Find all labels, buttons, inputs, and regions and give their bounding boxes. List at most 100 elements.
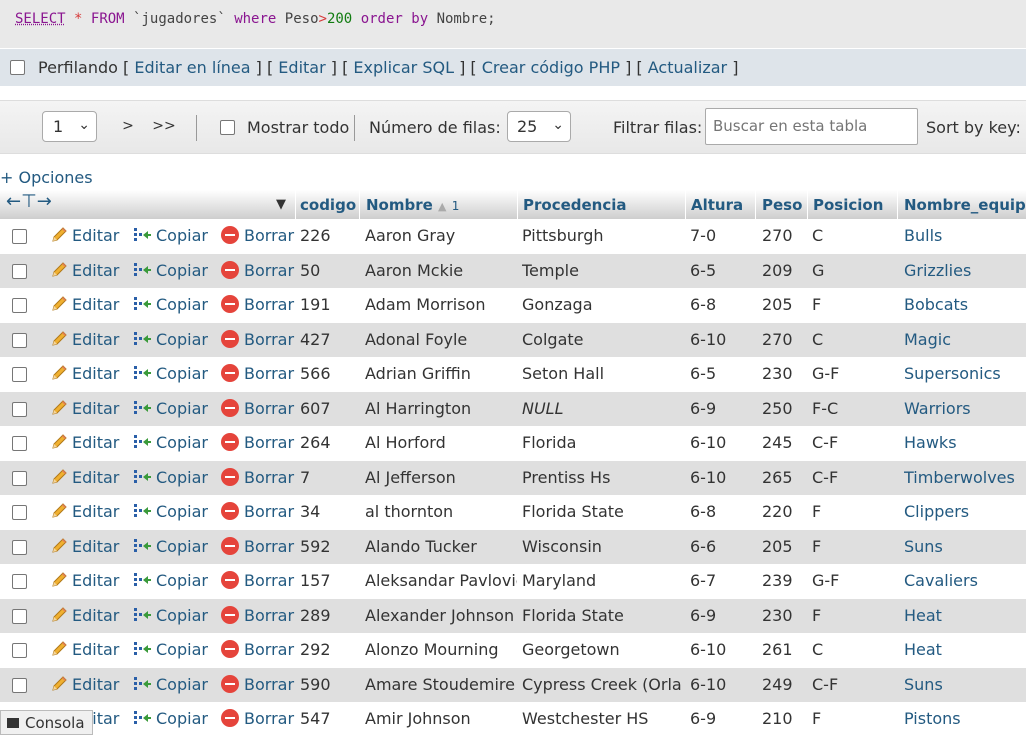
edit-row-button[interactable]: Editar (50, 330, 119, 349)
column-header-altura[interactable]: Altura (691, 196, 743, 214)
explain-sql-link[interactable]: Explicar SQL (353, 58, 454, 77)
edit-row-button[interactable]: Editar (50, 364, 119, 383)
row-checkbox[interactable] (12, 367, 27, 382)
row-checkbox[interactable] (12, 332, 27, 348)
row-checkbox[interactable] (12, 263, 27, 279)
copy-row-button[interactable]: Copiar (132, 640, 208, 659)
edit-row-button[interactable]: Editar (50, 571, 119, 590)
delete-row-button[interactable]: Borrar (221, 640, 294, 659)
copy-row-button[interactable]: Copiar (132, 468, 208, 487)
delete-row-button[interactable]: Borrar (221, 398, 294, 418)
next-page-button[interactable]: > (110, 111, 146, 142)
edit-row-button[interactable]: Editar (50, 675, 119, 694)
cell-nombre-equipo[interactable]: Suns (904, 675, 943, 694)
delete-row-button[interactable]: Borrar (221, 226, 294, 245)
cell-nombre-equipo[interactable]: Heat (904, 606, 942, 625)
cell-nombre-equipo[interactable]: Supersonics (904, 364, 1001, 383)
rows-count-select[interactable]: 25 ⌄ (507, 111, 571, 142)
options-link[interactable]: + Opciones (0, 168, 93, 187)
column-header-procedencia[interactable]: Procedencia (523, 196, 627, 214)
delete-row-button[interactable]: Borrar (221, 433, 294, 452)
delete-row-button[interactable]: Borrar (221, 571, 294, 590)
column-header-posicion[interactable]: Posicion (813, 196, 883, 214)
edit-row-button[interactable]: Editar (50, 606, 119, 625)
row-checkbox[interactable] (12, 229, 27, 244)
edit-row-button[interactable]: Editar (50, 399, 119, 418)
delete-row-button[interactable]: Borrar (221, 467, 294, 487)
copy-label: Copiar (156, 433, 208, 452)
refresh-link[interactable]: Actualizar (648, 58, 727, 77)
row-checkbox[interactable] (12, 470, 27, 486)
column-arrows-icon[interactable]: ←⊤→ (6, 191, 52, 212)
filter-rows-input[interactable]: Buscar en esta tabla (705, 108, 918, 145)
copy-row-button[interactable]: Copiar (132, 261, 208, 280)
row-checkbox[interactable] (12, 539, 27, 555)
delete-row-button[interactable]: Borrar (221, 295, 294, 314)
copy-row-button[interactable]: Copiar (132, 502, 208, 521)
row-checkbox[interactable] (12, 677, 27, 693)
row-checkbox[interactable] (12, 436, 27, 451)
cell-nombre-equipo[interactable]: Magic (904, 330, 951, 349)
create-php-code-link[interactable]: Crear código PHP (482, 58, 620, 77)
last-page-button[interactable]: >> (146, 111, 182, 142)
column-header-nombre-equipo[interactable]: Nombre_equipo (904, 196, 1026, 214)
cell-nombre-equipo[interactable]: Cavaliers (904, 571, 978, 590)
delete-row-button[interactable]: Borrar (221, 260, 294, 280)
copy-row-button[interactable]: Copiar (132, 709, 208, 728)
delete-row-button[interactable]: Borrar (221, 709, 294, 728)
copy-row-button[interactable]: Copiar (132, 330, 208, 349)
delete-row-button[interactable]: Borrar (221, 329, 294, 349)
column-header-peso[interactable]: Peso (762, 196, 802, 214)
cell-nombre-equipo[interactable]: Grizzlies (904, 261, 971, 280)
cell-nombre: Amare Stoudemire (365, 674, 515, 694)
row-checkbox[interactable] (12, 608, 27, 624)
copy-row-button[interactable]: Copiar (132, 537, 208, 556)
cell-nombre-equipo[interactable]: Heat (904, 640, 942, 659)
column-menu-triangle-icon[interactable]: ▼ (276, 197, 286, 212)
copy-row-button[interactable]: Copiar (132, 364, 208, 383)
cell-nombre-equipo[interactable]: Hawks (904, 433, 957, 452)
row-checkbox[interactable] (12, 298, 27, 313)
cell-nombre-equipo[interactable]: Pistons (904, 709, 961, 728)
edit-row-button[interactable]: Editar (50, 537, 119, 556)
row-checkbox[interactable] (12, 505, 27, 520)
show-all-checkbox[interactable] (220, 120, 235, 135)
delete-row-button[interactable]: Borrar (221, 364, 294, 383)
cell-nombre-equipo[interactable]: Clippers (904, 502, 969, 521)
edit-inline-link[interactable]: Editar en línea (134, 58, 250, 77)
edit-row-button[interactable]: Editar (50, 640, 119, 659)
page-select[interactable]: 1 ⌄ (42, 111, 97, 142)
copy-row-button[interactable]: Copiar (132, 295, 208, 314)
row-checkbox[interactable] (12, 643, 27, 658)
delete-icon (221, 364, 239, 382)
cell-nombre-equipo[interactable]: Warriors (904, 399, 971, 418)
copy-row-button[interactable]: Copiar (132, 226, 208, 245)
delete-row-button[interactable]: Borrar (221, 674, 294, 694)
column-header-codigo[interactable]: codigo (300, 196, 356, 214)
copy-row-button[interactable]: Copiar (132, 571, 208, 590)
edit-row-button[interactable]: Editar (50, 502, 119, 521)
profiling-checkbox[interactable] (10, 60, 25, 75)
edit-link[interactable]: Editar (278, 58, 325, 77)
console-button[interactable]: Consola (0, 710, 93, 735)
edit-row-button[interactable]: Editar (50, 226, 119, 245)
edit-row-button[interactable]: Editar (50, 468, 119, 487)
edit-row-button[interactable]: Editar (50, 295, 119, 314)
cell-nombre-equipo[interactable]: Bobcats (904, 295, 968, 314)
row-checkbox[interactable] (12, 401, 27, 417)
delete-row-button[interactable]: Borrar (221, 536, 294, 556)
copy-row-button[interactable]: Copiar (132, 675, 208, 694)
edit-row-button[interactable]: Editar (50, 261, 119, 280)
delete-row-button[interactable]: Borrar (221, 605, 294, 625)
cell-nombre-equipo[interactable]: Timberwolves (904, 468, 1015, 487)
edit-row-button[interactable]: Editar (50, 433, 119, 452)
cell-procedencia: Cypress Creek (Orlando) (522, 674, 682, 694)
row-checkbox[interactable] (12, 574, 27, 589)
copy-row-button[interactable]: Copiar (132, 433, 208, 452)
delete-row-button[interactable]: Borrar (221, 502, 294, 521)
copy-row-button[interactable]: Copiar (132, 399, 208, 418)
cell-nombre-equipo[interactable]: Suns (904, 537, 943, 556)
column-header-nombre[interactable]: Nombre ▲ 1 (366, 196, 459, 214)
cell-nombre-equipo[interactable]: Bulls (904, 226, 942, 245)
copy-row-button[interactable]: Copiar (132, 606, 208, 625)
